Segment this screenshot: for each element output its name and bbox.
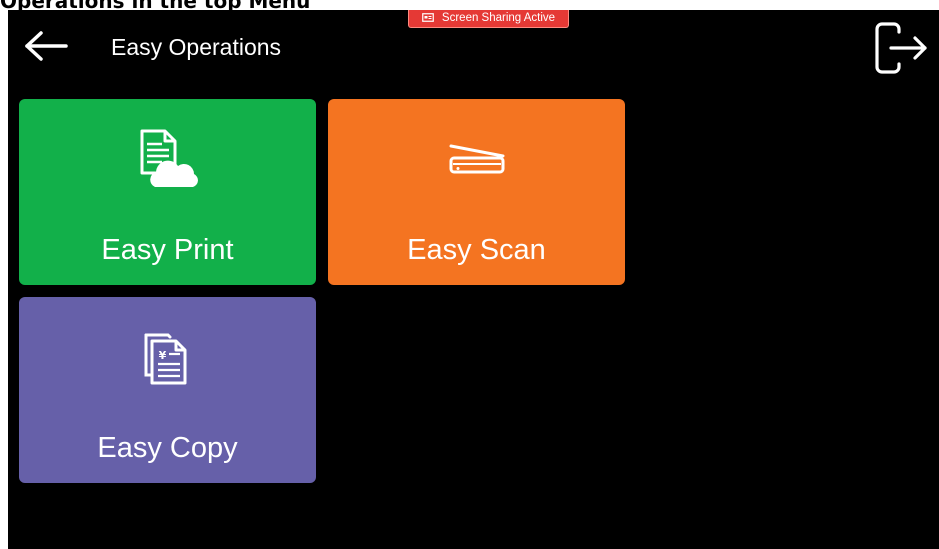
easy-copy-label: Easy Copy bbox=[97, 432, 238, 464]
easy-scan-tile[interactable]: Easy Scan bbox=[328, 99, 625, 285]
arrow-left-icon bbox=[24, 30, 68, 66]
page-title: Easy Operations bbox=[111, 34, 282, 60]
easy-copy-tile[interactable]: ¥ Easy Copy bbox=[19, 297, 316, 483]
screen-sharing-label: Screen Sharing Active bbox=[441, 11, 556, 24]
easy-print-tile[interactable]: Easy Print bbox=[19, 99, 316, 285]
logout-icon bbox=[873, 21, 927, 79]
screen-share-icon bbox=[422, 13, 434, 22]
logout-button[interactable] bbox=[870, 21, 930, 79]
screen-sharing-badge: Screen Sharing Active bbox=[408, 10, 569, 28]
easy-scan-label: Easy Scan bbox=[407, 234, 546, 266]
page: Operations in the top Menu Screen Sharin… bbox=[0, 0, 939, 549]
easy-print-label: Easy Print bbox=[101, 234, 234, 266]
scanner-icon bbox=[328, 129, 625, 193]
back-button[interactable] bbox=[22, 30, 70, 66]
print-document-cloud-icon bbox=[19, 129, 316, 193]
copy-documents-icon: ¥ bbox=[19, 327, 316, 391]
device-screen: Screen Sharing Active Easy Operations Ea… bbox=[8, 10, 939, 549]
svg-text:¥: ¥ bbox=[158, 349, 166, 362]
